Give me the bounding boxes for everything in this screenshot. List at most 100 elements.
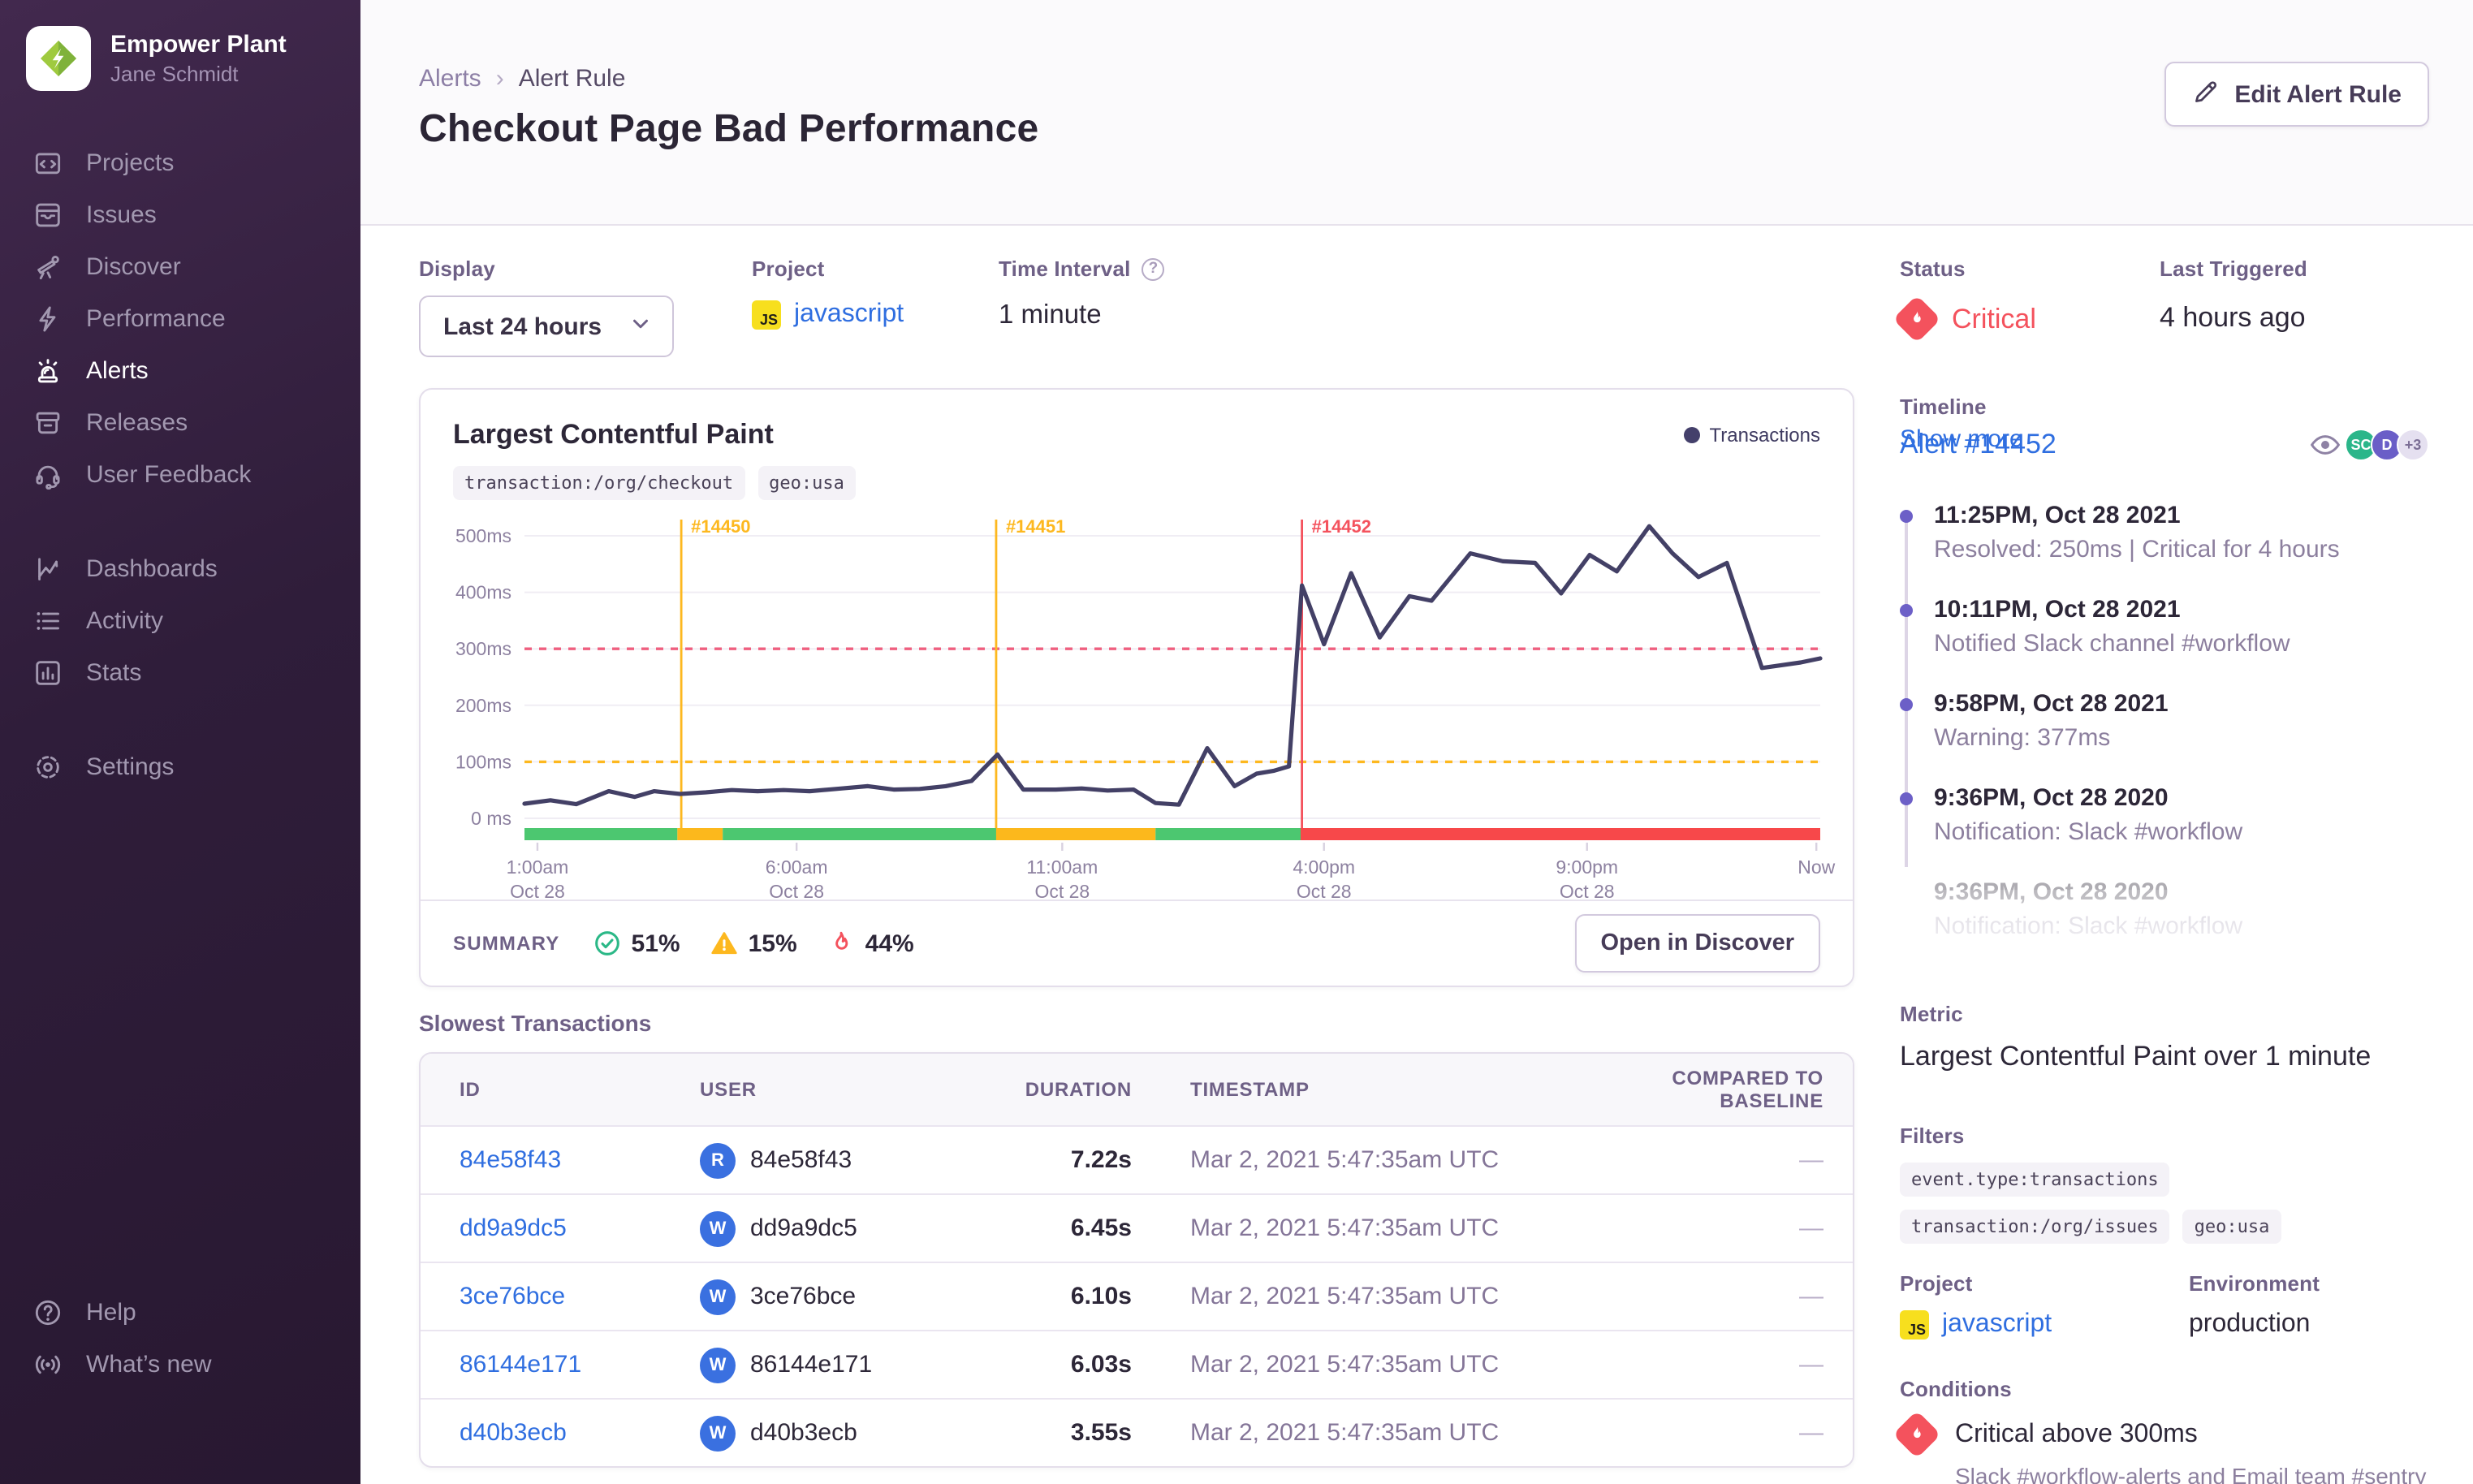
column-header[interactable]: TIMESTAMP xyxy=(1190,1078,1629,1101)
sidebar-item-projects[interactable]: Projects xyxy=(0,136,360,188)
breadcrumb-alerts[interactable]: Alerts xyxy=(419,65,481,93)
transaction-id-link[interactable]: d40b3ecb xyxy=(460,1419,700,1447)
org-switcher[interactable]: Empower Plant Jane Schmidt xyxy=(26,26,287,91)
filter-chips: event.type:transactions transaction:/org/… xyxy=(1900,1163,2429,1244)
javascript-platform-icon: JS xyxy=(1900,1310,1929,1339)
lcp-line-chart[interactable]: 0 ms 100ms 200ms 300ms 400ms 500ms #14450 #1445… xyxy=(453,516,1836,903)
svg-text:4:00pm: 4:00pm xyxy=(1293,856,1355,878)
help-icon[interactable]: ? xyxy=(1142,257,1165,280)
open-in-discover-button[interactable]: Open in Discover xyxy=(1574,914,1820,973)
table-row: 3ce76bce W 3ce76bce 6.10s Mar 2, 2021 5:47:3… xyxy=(421,1262,1853,1330)
sidebar-item-performance[interactable]: Performance xyxy=(0,292,360,344)
column-header[interactable]: DURATION xyxy=(1005,1078,1132,1101)
column-header[interactable]: USER xyxy=(700,1078,1005,1101)
breadcrumb-alert-rule: Alert Rule xyxy=(518,65,626,93)
eye-icon[interactable] xyxy=(2309,429,2341,461)
whats-new-icon xyxy=(35,1354,61,1374)
environment-value: production xyxy=(2189,1310,2311,1338)
user-cell: W 86144e171 xyxy=(700,1347,1005,1383)
baseline-cell: — xyxy=(1799,1419,1823,1447)
svg-text:#14452: #14452 xyxy=(1312,516,1371,537)
summary-stat-check: 51% xyxy=(593,929,680,958)
svg-text:1:00am: 1:00am xyxy=(507,856,569,878)
column-header[interactable]: ID xyxy=(460,1078,700,1101)
project-detail-label: Project xyxy=(1900,1271,1973,1296)
page-title: Checkout Page Bad Performance xyxy=(419,107,1039,151)
sidebar-item-discover[interactable]: Discover xyxy=(0,240,360,292)
issues-icon xyxy=(36,202,60,226)
sidebar: Empower Plant Jane Schmidt Projects Issue… xyxy=(0,0,360,1484)
timeline-entry: 11:25PM, Oct 28 2021 Resolved: 250ms | Cr… xyxy=(1900,500,2429,567)
duration-cell: 6.45s xyxy=(1070,1214,1132,1242)
sidebar-item-issues[interactable]: Issues xyxy=(0,188,360,240)
time-interval-value: 1 minute xyxy=(999,300,1102,330)
sidebar-item-stats[interactable]: Stats xyxy=(0,646,360,698)
status-section: Status Critical xyxy=(1893,257,2160,343)
baseline-cell: — xyxy=(1799,1351,1823,1378)
sidebar-item-settings[interactable]: Settings xyxy=(0,740,360,792)
user-cell: Wdd9a9dc5 xyxy=(700,1210,1005,1246)
last-triggered-section: Last Triggered 4 hours ago xyxy=(2160,257,2307,336)
timestamp-cell: Mar 2, 2021 5:47:35am UTC xyxy=(1190,1351,1500,1378)
sidebar-item-what-s-new[interactable]: What’s new xyxy=(0,1338,360,1390)
condition-title: Critical above 300ms xyxy=(1955,1420,2198,1447)
member-avatar[interactable]: +3 xyxy=(2397,429,2429,461)
timeline-dot-icon xyxy=(1900,792,1913,805)
metric-section: Metric Largest Contentful Paint over 1 m… xyxy=(1900,1002,2371,1073)
transaction-id-link[interactable]: 84e58f43 xyxy=(460,1146,700,1174)
avatar: W xyxy=(700,1415,736,1451)
timeline-dot-icon xyxy=(1900,510,1913,523)
timeline-entry: 9:58PM, Oct 28 2021 Warning: 377ms xyxy=(1900,688,2429,755)
last-triggered-label: Last Triggered xyxy=(2160,257,2307,281)
sidebar-item-activity[interactable]: Activity xyxy=(0,594,360,646)
avatar: W xyxy=(700,1210,736,1246)
fire-icon xyxy=(835,931,848,950)
slowest-transactions-heading: Slowest Transactions xyxy=(419,1010,652,1036)
chart-card: Largest Contentful Paint Transactions tr… xyxy=(419,388,1854,987)
baseline-cell: — xyxy=(1799,1283,1823,1310)
project-link[interactable]: javascript xyxy=(794,300,904,330)
activity-icon xyxy=(37,611,59,629)
avatar: W xyxy=(700,1347,736,1383)
timeline-avatars: SC D +3 xyxy=(2309,429,2429,461)
transaction-id-link[interactable]: dd9a9dc5 xyxy=(460,1214,700,1242)
summary-label: SUMMARY xyxy=(453,932,560,955)
sidebar-item-alerts[interactable]: Alerts xyxy=(0,344,360,396)
timeline-entries: 11:25PM, Oct 28 2021 Resolved: 250ms | Cr… xyxy=(1900,500,2429,977)
warning-triangle-icon xyxy=(710,932,737,955)
svg-text:100ms: 100ms xyxy=(455,751,511,772)
legend-dot-icon xyxy=(1683,427,1700,443)
display-dropdown[interactable]: Last 24 hours xyxy=(419,296,674,357)
timeline-label: Timeline xyxy=(1900,395,1987,419)
chevron-down-icon xyxy=(628,311,653,342)
sidebar-item-help[interactable]: Help xyxy=(0,1286,360,1338)
sidebar-item-user-feedback[interactable]: User Feedback xyxy=(0,448,360,500)
svg-text:#14451: #14451 xyxy=(1006,516,1065,537)
filters-label: Filters xyxy=(1900,1124,1965,1148)
org-logo-icon xyxy=(26,26,91,91)
javascript-platform-icon: JS xyxy=(752,300,781,330)
condition-actions: Slack #workflow-alerts and Email team #s… xyxy=(1955,1463,2427,1484)
sidebar-item-releases[interactable]: Releases xyxy=(0,396,360,448)
timeline-dot-icon xyxy=(1900,604,1913,617)
stats-icon xyxy=(36,660,60,684)
show-more-link[interactable]: Show more xyxy=(1900,425,2023,453)
transaction-id-link[interactable]: 86144e171 xyxy=(460,1351,700,1378)
column-header[interactable]: COMPARED TO BASELINE xyxy=(1629,1067,1823,1112)
summary-stat-fire: 44% xyxy=(826,929,914,958)
duration-cell: 6.10s xyxy=(1070,1283,1132,1310)
table-row: d40b3ecb Wd40b3ecb 3.55s Mar 2, 2021 5:47:3… xyxy=(421,1398,1853,1466)
duration-cell: 7.22s xyxy=(1070,1146,1132,1174)
filter-tag: geo:usa xyxy=(2182,1210,2281,1244)
chart-legend[interactable]: Transactions xyxy=(1683,424,1820,446)
project-detail-link[interactable]: javascript xyxy=(1942,1310,2052,1339)
sidebar-item-dashboards[interactable]: Dashboards xyxy=(0,542,360,594)
chart-filter-tag: geo:usa xyxy=(757,466,856,500)
chevron-right-icon: › xyxy=(495,65,504,93)
display-section: Display Last 24 hours xyxy=(419,257,674,357)
summary-stats: 51% 15% 44% xyxy=(593,929,914,958)
chart-filter-tag: transaction:/org/checkout xyxy=(453,466,745,500)
timestamp-cell: Mar 2, 2021 5:47:35am UTC xyxy=(1190,1419,1500,1447)
svg-text:11:00am: 11:00am xyxy=(1026,856,1098,878)
transaction-id-link[interactable]: 3ce76bce xyxy=(460,1283,700,1310)
